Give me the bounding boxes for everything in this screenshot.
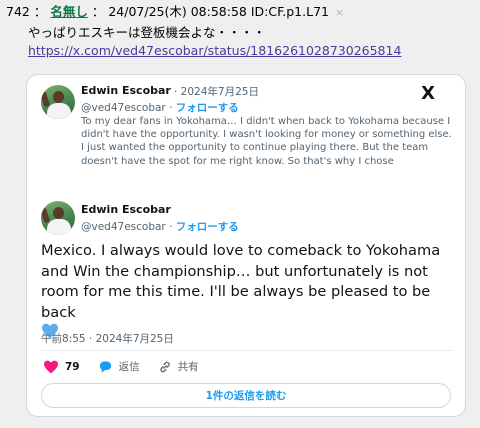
reply-label: 返信 [118,361,140,373]
heart-icon [44,360,58,373]
read-replies-button[interactable]: 1件の返信を読む [41,383,451,408]
separator: ： [33,4,47,19]
tweet-date: · 2024年7月25日 [174,86,259,98]
reply-button[interactable]: 返信 [98,359,140,374]
post-text: やっぱりエスキーは登板機会よな・・・・ [28,25,266,40]
post-number[interactable]: 742 [6,4,30,19]
tweet-actions: 79 返信 共有 [43,359,217,374]
like-button[interactable]: 79 [43,360,80,374]
author-name[interactable]: Edwin Escobar [81,203,171,216]
tweet-timestamp[interactable]: 午前8:55 · 2024年7月25日 [41,331,174,346]
author-handle-row: @ved47escobar · フォローする [81,100,239,115]
link-icon [159,361,170,372]
avatar[interactable] [41,201,75,235]
share-button[interactable]: 共有 [158,359,199,374]
avatar[interactable] [41,85,75,119]
x-logo-icon[interactable]: X [421,83,435,104]
share-label: 共有 [177,361,199,373]
close-icon[interactable]: × [335,6,344,19]
follow-button[interactable]: フォローする [176,102,239,114]
author-handle[interactable]: @ved47escobar [81,221,166,233]
separator-dot: · [169,102,173,114]
embedded-tweet-card[interactable]: Edwin Escobar · 2024年7月25日 @ved47escobar… [26,74,466,417]
post-body: やっぱりエスキーは登板機会よな・・・・ https://x.com/ved47e… [28,24,401,60]
tweet-body: Mexico. I always would love to comeback … [41,242,441,321]
author-handle-row: @ved47escobar · フォローする [81,219,239,234]
reply-bubble-icon [99,360,111,373]
post-id[interactable]: ID:CF.p1.L71 [251,4,329,19]
quoted-tweet-text: To my dear fans in Yokohama… I didn't wh… [81,116,452,167]
like-count: 79 [65,360,80,373]
tweet-text: Mexico. I always would love to comeback … [41,241,459,344]
separator-dot: · [169,221,173,233]
post-header: 742 ： 名無し ： 24/07/25(木) 08:58:58 ID:CF.p… [6,4,344,21]
author-handle[interactable]: @ved47escobar [81,102,166,114]
separator: ： [91,4,105,19]
divider [41,350,453,351]
author-name[interactable]: Edwin Escobar [81,84,171,97]
post-datetime: 24/07/25(木) 08:58:58 [108,4,247,19]
poster-name: 名無し [50,4,88,19]
follow-button[interactable]: フォローする [176,221,239,233]
tweet-link[interactable]: https://x.com/ved47escobar/status/181626… [28,42,401,60]
